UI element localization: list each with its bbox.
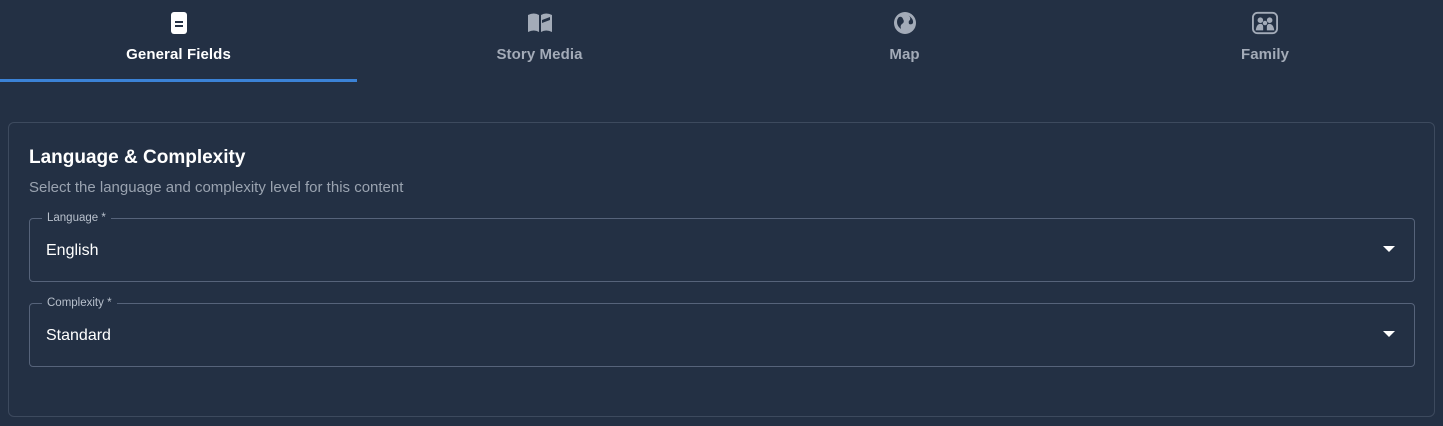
globe-icon [892, 10, 918, 36]
complexity-select[interactable]: Complexity * Standard [29, 296, 1415, 367]
complexity-value: Standard [46, 327, 111, 344]
tab-map[interactable]: Map [722, 0, 1087, 82]
active-tab-indicator [0, 79, 357, 82]
section-title: Language & Complexity [29, 147, 246, 168]
tab-story-media[interactable]: Story Media [357, 0, 722, 82]
caret-down-icon[interactable] [1383, 331, 1395, 337]
book-icon [527, 10, 553, 36]
tab-label: Map [889, 46, 920, 63]
language-label: Language * [42, 211, 111, 225]
language-complexity-card: Language & Complexity Select the languag… [8, 122, 1435, 417]
language-value: English [46, 242, 99, 259]
tab-bar: General Fields Story Media Map Family [0, 0, 1443, 82]
document-icon [166, 10, 192, 36]
tab-family[interactable]: Family [1087, 0, 1443, 82]
tab-label: Story Media [496, 46, 583, 63]
family-icon [1252, 10, 1278, 36]
language-select[interactable]: Language * English [29, 211, 1415, 282]
section-subtitle: Select the language and complexity level… [29, 179, 404, 196]
complexity-label: Complexity * [42, 296, 117, 310]
tab-general-fields[interactable]: General Fields [0, 0, 357, 82]
tab-label: Family [1240, 46, 1290, 63]
caret-down-icon[interactable] [1383, 246, 1395, 252]
tab-label: General Fields [126, 46, 231, 63]
